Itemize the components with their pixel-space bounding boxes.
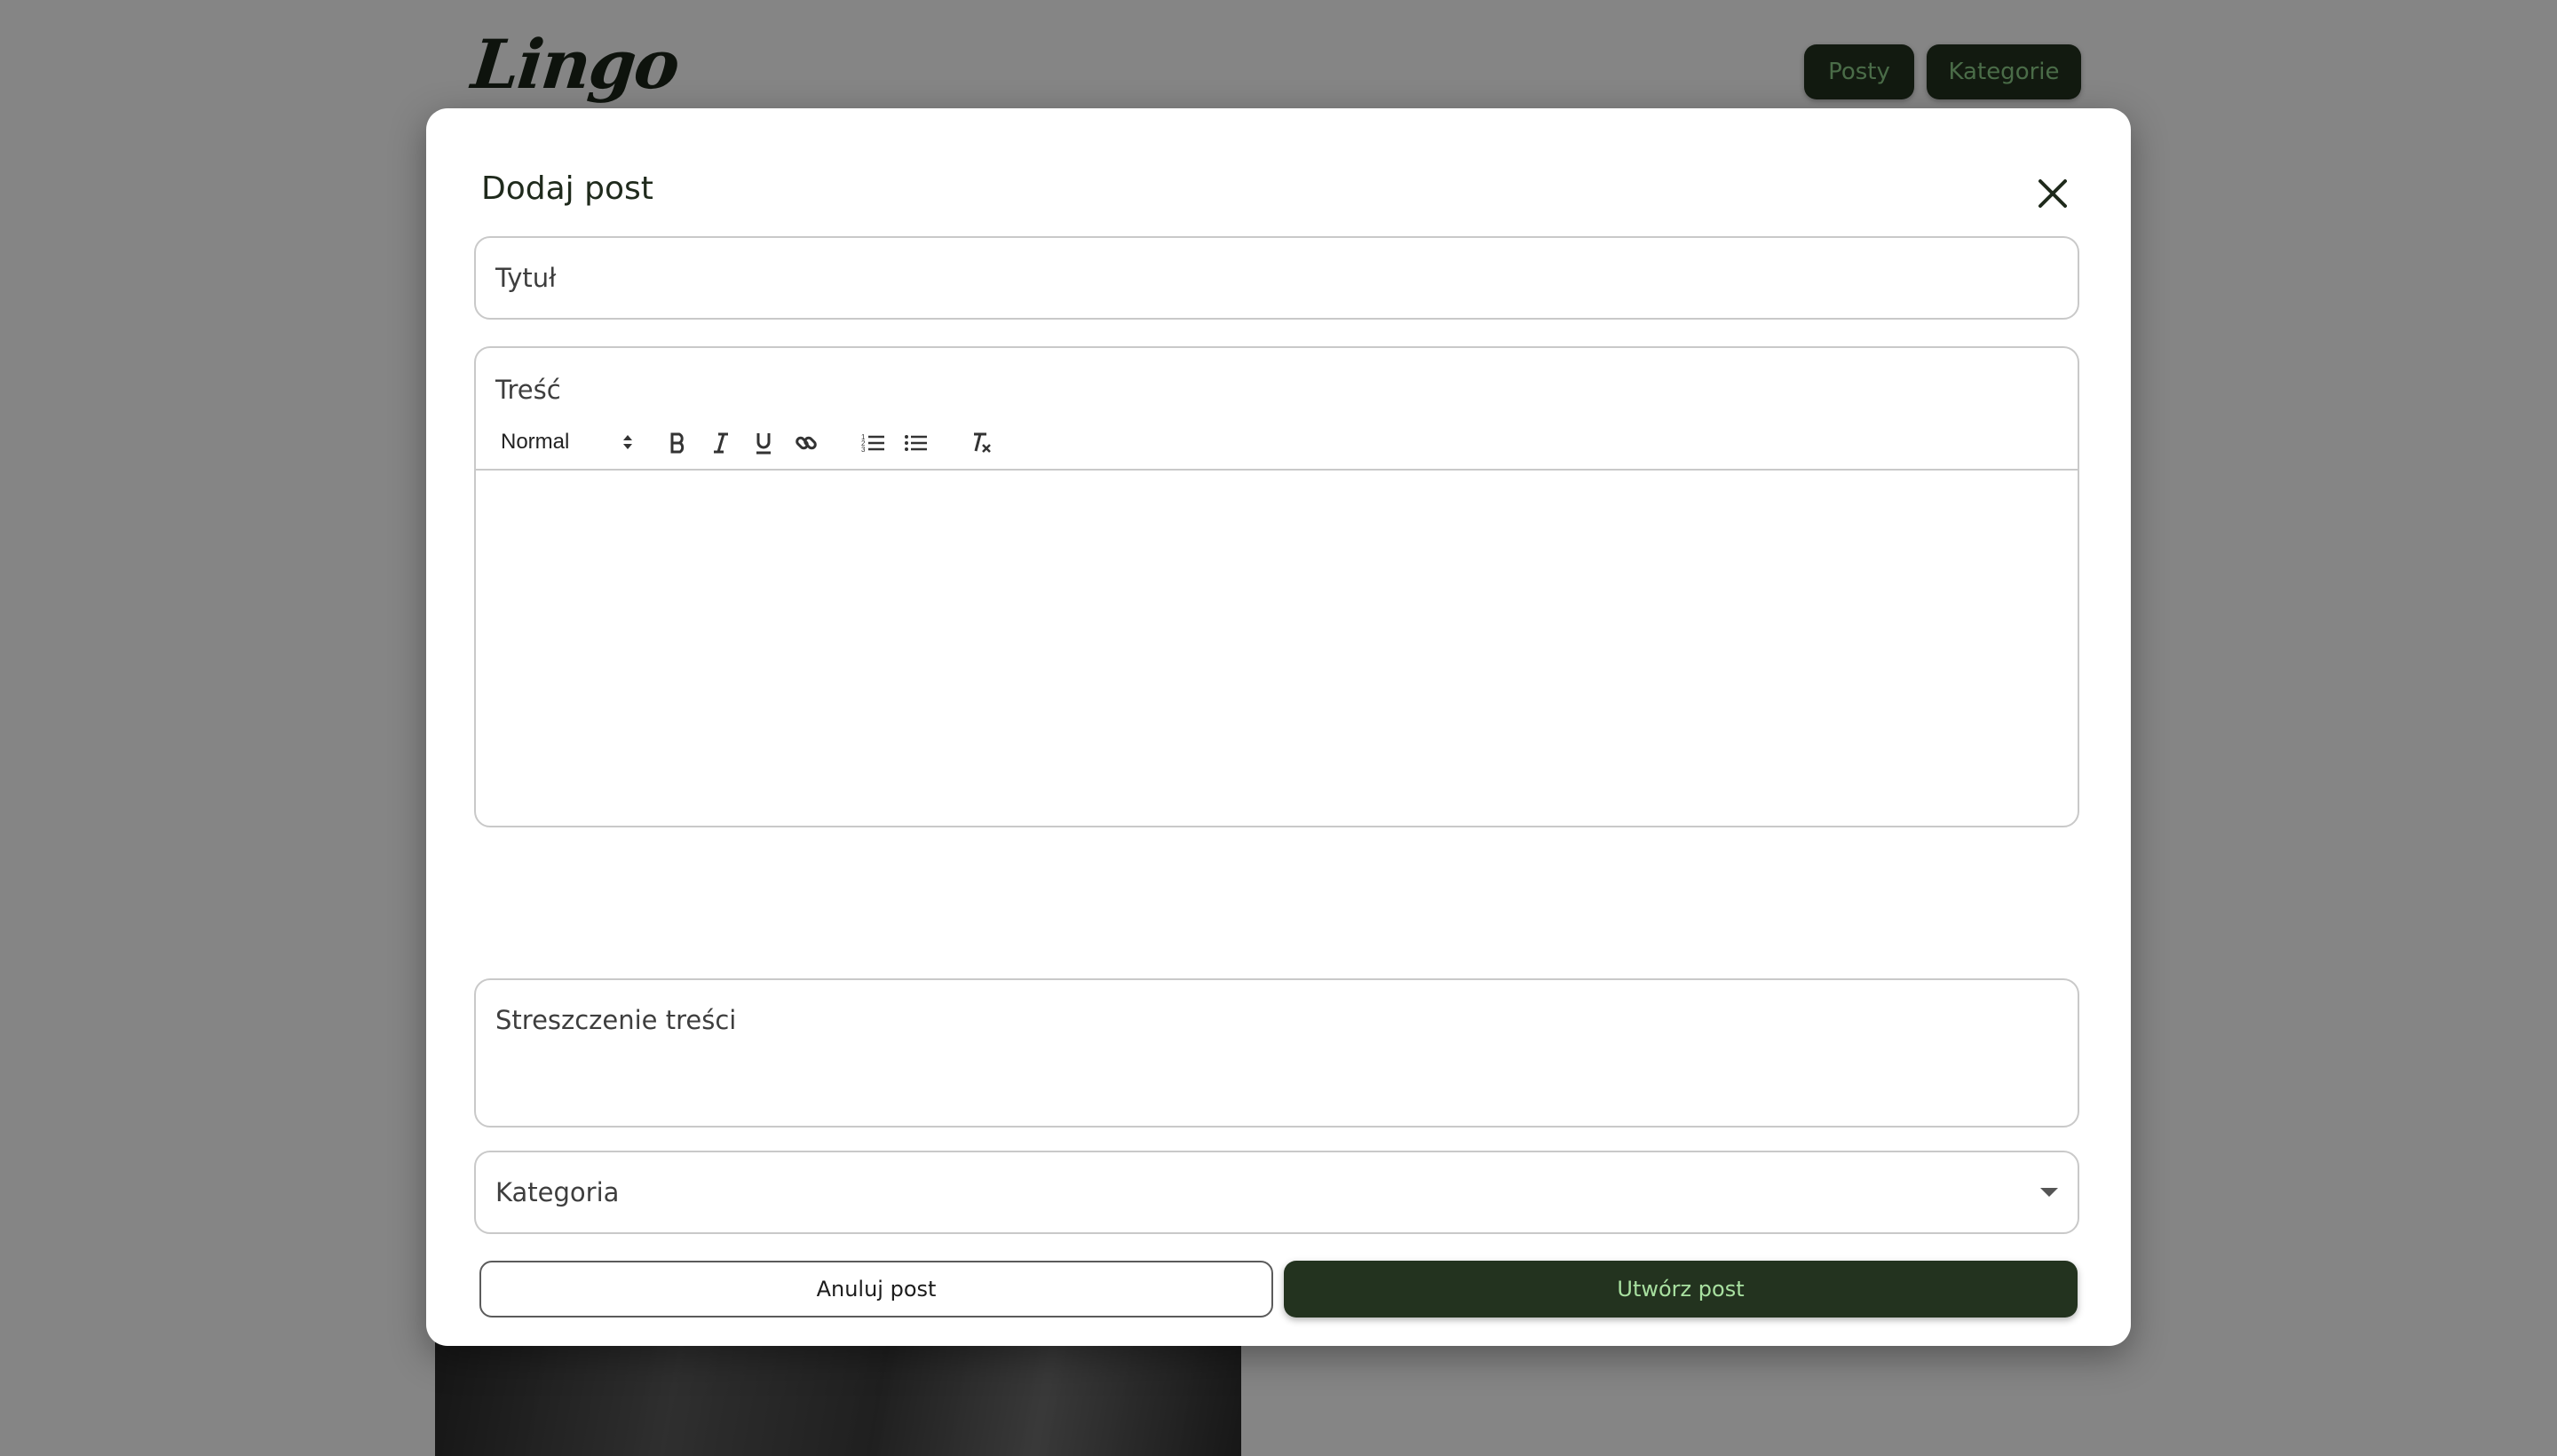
cancel-post-button[interactable]: Anuluj post (479, 1261, 1273, 1318)
clear-format-button[interactable] (964, 424, 1000, 462)
ordered-list-button[interactable]: 1 2 3 (856, 424, 891, 462)
clear-format-icon (974, 432, 991, 453)
bullet-list-icon (905, 435, 927, 451)
category-placeholder: Kategoria (495, 1177, 620, 1207)
link-icon (796, 436, 817, 450)
category-select[interactable]: Kategoria (474, 1151, 2079, 1234)
underline-button[interactable] (746, 424, 781, 462)
summary-textarea[interactable]: Streszczenie treści (474, 978, 2079, 1128)
dropdown-arrow-icon (2040, 1188, 2058, 1197)
bullet-list-button[interactable] (899, 424, 934, 462)
close-icon (2038, 179, 2067, 208)
bold-button[interactable] (661, 424, 696, 462)
editor-toolbar: Normal 1 2 3 (476, 419, 2078, 471)
add-post-dialog: Dodaj post Tytuł Treść Normal 1 2 3 Stre… (426, 108, 2131, 1346)
summary-placeholder: Streszczenie treści (495, 1005, 737, 1035)
italic-button[interactable] (703, 424, 739, 462)
italic-icon (714, 432, 728, 454)
title-input[interactable]: Tytuł (474, 236, 2079, 320)
content-label: Treść (495, 375, 561, 405)
create-post-button[interactable]: Utwórz post (1284, 1261, 2078, 1318)
underline-icon (756, 433, 771, 455)
content-text-area[interactable] (476, 471, 2078, 826)
svg-text:3: 3 (861, 446, 866, 454)
close-button[interactable] (2026, 167, 2079, 220)
select-arrows-icon (623, 435, 632, 449)
format-select[interactable]: Normal (501, 424, 634, 460)
format-select-value: Normal (501, 430, 570, 454)
content-editor: Treść Normal 1 2 3 (474, 346, 2079, 827)
ordered-list-icon: 1 2 3 (861, 433, 884, 454)
title-placeholder: Tytuł (495, 263, 557, 293)
dialog-title: Dodaj post (481, 170, 653, 207)
link-button[interactable] (788, 424, 824, 462)
bold-icon (670, 432, 685, 454)
